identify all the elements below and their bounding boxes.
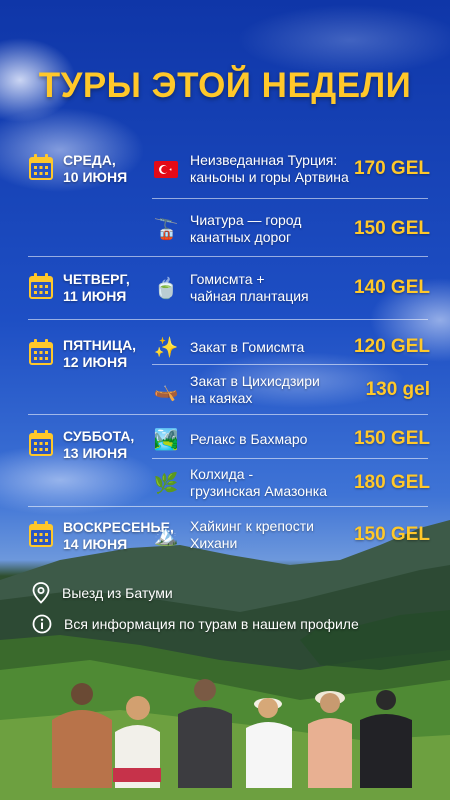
tour-name-line2: на каяках [190, 390, 253, 406]
tour-item[interactable]: 🏞️ Релакс в Бахмаро 150 GEL [152, 425, 430, 453]
tour-name-line1: Хайкинг к крепости [190, 518, 314, 534]
hiker-5 [308, 691, 352, 788]
calendar-icon [29, 521, 53, 547]
day-saturday: СУББОТА, 13 ИЮНЯ [28, 428, 134, 462]
divider [28, 506, 428, 507]
divider [152, 458, 428, 459]
tour-name-line1: Релакс в Бахмаро [190, 430, 308, 447]
page-title: ТУРЫ ЭТОЙ НЕДЕЛИ [38, 66, 412, 105]
calendar-icon [29, 430, 53, 456]
day-name: ЧЕТВЕРГ, [63, 271, 130, 287]
tour-price: 180 GEL [353, 472, 430, 493]
tour-name-line1: Закат в Гомисмта [190, 338, 305, 355]
tour-name-line1: Закат в Цихисдзири [190, 373, 320, 389]
tour-item[interactable]: 🍵 Гомисмта + чайная плантация 140 GEL [152, 271, 430, 305]
tour-price: 150 GEL [353, 524, 430, 545]
profile-info: Вся информация по турам в нашем профиле [32, 614, 359, 634]
hiker-2 [113, 696, 161, 788]
tour-name-line1: Гомисмта + [190, 271, 265, 287]
day-name: СРЕДА, [63, 152, 116, 168]
divider [28, 319, 428, 320]
tour-name-line2: канатных дорог [190, 229, 292, 245]
kayak-icon: 🛶 [153, 379, 179, 402]
tour-price: 170 GEL [353, 158, 430, 179]
hikers-group [52, 679, 412, 788]
info-icon [32, 614, 52, 634]
divider [152, 364, 428, 365]
tour-name-line2: каньоны и горы Артвина [190, 169, 349, 185]
divider [28, 414, 428, 415]
location-pin-icon [32, 582, 50, 604]
tour-name-line2: грузинская Амазонка [190, 483, 327, 499]
tour-name-line2: чайная плантация [190, 288, 309, 304]
day-thursday: ЧЕТВЕРГ, 11 ИЮНЯ [28, 271, 130, 305]
tour-item[interactable]: 🌿 Колхида - грузинская Амазонка 180 GEL [152, 466, 430, 500]
calendar-icon [29, 154, 53, 180]
tour-name-line2: Хихани [190, 535, 238, 551]
day-date: 13 ИЮНЯ [63, 445, 128, 461]
cable-car-icon: 🚡 [153, 218, 179, 241]
tour-price: 140 GEL [353, 277, 430, 298]
hiker-4 [246, 698, 292, 788]
day-date: 10 ИЮНЯ [63, 169, 128, 185]
tour-item[interactable]: 🚡 Чиатура — город канатных дорог 150 GEL [152, 212, 430, 246]
tour-price: 150 GEL [353, 428, 430, 449]
hiker-6 [360, 690, 412, 788]
tour-item[interactable]: Неизведанная Турция: каньоны и горы Артви… [152, 152, 430, 186]
tour-name-line1: Неизведанная Турция: [190, 152, 338, 168]
day-friday: ПЯТНИЦА, 12 ИЮНЯ [28, 337, 136, 371]
day-wednesday: СРЕДА, 10 ИЮНЯ [28, 152, 127, 186]
day-name: ПЯТНИЦА, [63, 337, 137, 353]
profile-text: Вся информация по турам в нашем профиле [64, 616, 359, 632]
sparkles-icon: ✨ [153, 336, 179, 359]
divider [28, 256, 428, 257]
calendar-icon [29, 339, 53, 365]
tour-price: 150 GEL [353, 218, 430, 239]
tour-price: 120 GEL [353, 336, 430, 357]
mountain-icon: 🏔️ [153, 524, 179, 547]
tour-price: 130 gel [365, 379, 430, 400]
herb-icon: 🌿 [153, 472, 179, 495]
tour-item[interactable]: 🛶 Закат в Цихисдзири на каяках 130 gel [152, 373, 430, 407]
day-date: 11 ИЮНЯ [63, 288, 127, 304]
tour-item[interactable]: 🏔️ Хайкинг к крепости Хихани 150 GEL [152, 518, 430, 552]
tea-icon: 🍵 [153, 277, 179, 300]
landscape-icon: 🏞️ [153, 428, 179, 451]
tour-name-line1: Чиатура — город [190, 212, 302, 228]
tour-name-line1: Колхида - [190, 466, 254, 482]
tour-item[interactable]: ✨ Закат в Гомисмта 120 GEL [152, 333, 430, 361]
hiker-3 [178, 679, 232, 788]
day-name: СУББОТА, [63, 428, 135, 444]
departure-text: Выезд из Батуми [62, 585, 173, 601]
hiker-1 [52, 683, 112, 788]
turkey-flag-icon [152, 155, 180, 183]
calendar-icon [29, 273, 53, 299]
divider [152, 198, 428, 199]
departure-info: Выезд из Батуми [32, 582, 173, 604]
day-date: 12 ИЮНЯ [63, 354, 128, 370]
